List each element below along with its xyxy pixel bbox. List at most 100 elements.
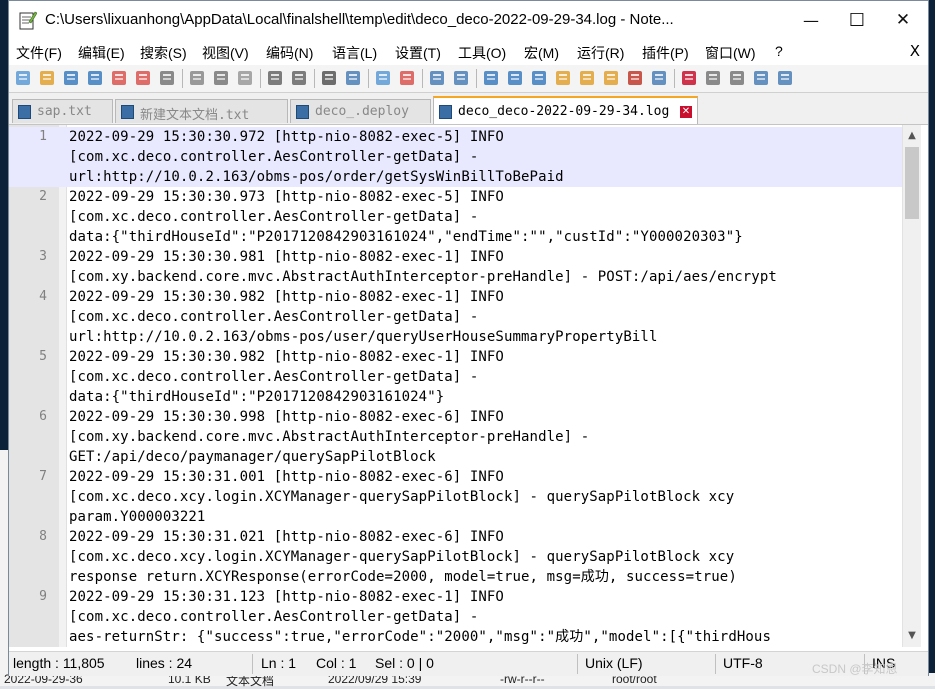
editor-line[interactable]: [com.xc.deco.xcy.login.XCYManager-queryS… — [9, 547, 904, 567]
editor-line[interactable]: [com.xc.deco.controller.AesController-ge… — [9, 307, 904, 327]
editor-line[interactable]: 8 2022-09-29 15:30:31.021 [http-nio-8082-… — [9, 527, 904, 547]
line-text: aes-returnStr: {"success":true,"errorCod… — [69, 629, 771, 645]
zoom-out-icon[interactable] — [397, 68, 417, 88]
menu-help[interactable]: ? — [775, 43, 783, 59]
line-text: [com.xy.backend.core.mvc.AbstractAuthInt… — [69, 269, 777, 285]
status-encoding: UTF-8 — [723, 655, 763, 671]
menu-tools[interactable]: 工具(O) — [458, 43, 506, 63]
word-wrap-icon[interactable] — [481, 68, 501, 88]
editor-line[interactable]: GET:/api/deco/paymanager/querySapPilotBl… — [9, 447, 904, 467]
tab-sap-txt[interactable]: sap.txt — [12, 99, 113, 123]
line-number: 1 — [39, 129, 47, 144]
menu-edit[interactable]: 编辑(E) — [78, 43, 125, 63]
status-col: Col : 1 — [316, 655, 357, 671]
new-file-icon[interactable] — [13, 68, 33, 88]
close-document-icon[interactable]: X — [910, 42, 920, 60]
doc-list-icon[interactable] — [625, 68, 645, 88]
toolbar-separator — [368, 69, 369, 88]
editor-line[interactable]: 6 2022-09-29 15:30:30.998 [http-nio-8082-… — [9, 407, 904, 427]
menu-plugins[interactable]: 插件(P) — [642, 43, 689, 63]
toolbar-separator — [422, 69, 423, 88]
editor-line[interactable]: response return.XCYResponse(errorCode=20… — [9, 567, 904, 587]
line-text: 2022-09-29 15:30:31.001 [http-nio-8082-e… — [69, 469, 504, 485]
sync-horizontal-icon[interactable] — [451, 68, 471, 88]
tab-deco-deploy[interactable]: deco_.deploy — [290, 99, 431, 123]
tab-deco-log[interactable]: deco_deco-2022-09-29-34.log ✕ — [433, 96, 698, 124]
menu-window[interactable]: 窗口(W) — [705, 43, 756, 63]
zoom-in-icon[interactable] — [373, 68, 393, 88]
editor-line[interactable]: 2 2022-09-29 15:30:30.973 [http-nio-8082-… — [9, 187, 904, 207]
editor-line[interactable]: 1 2022-09-29 15:30:30.972 [http-nio-8082-… — [9, 127, 904, 147]
menu-settings[interactable]: 设置(T) — [395, 43, 441, 63]
editor-line[interactable]: url:http://10.0.2.163/obms-pos/order/get… — [9, 167, 904, 187]
editor-line[interactable]: [com.xy.backend.core.mvc.AbstractAuthInt… — [9, 267, 904, 287]
doc-map-icon[interactable] — [553, 68, 573, 88]
scroll-down-icon[interactable]: ▼ — [903, 627, 921, 645]
find-icon[interactable] — [319, 68, 339, 88]
editor-area[interactable]: 1 2022-09-29 15:30:30.972 [http-nio-8082-… — [9, 125, 928, 647]
run-macro-multiple-icon[interactable] — [751, 68, 771, 88]
scrollbar-thumb[interactable] — [905, 147, 919, 219]
undo-icon[interactable] — [265, 68, 285, 88]
save-macro-icon[interactable] — [775, 68, 795, 88]
save-state-icon — [18, 105, 31, 119]
editor-line[interactable]: data:{"thirdHouseId":"P20171208429031610… — [9, 227, 904, 247]
record-macro-icon[interactable] — [679, 68, 699, 88]
copy-icon[interactable] — [211, 68, 231, 88]
close-button[interactable]: ✕ — [880, 1, 926, 39]
replace-icon[interactable] — [343, 68, 363, 88]
editor-line[interactable]: data:{"thirdHouseId":"P20171208429031610… — [9, 387, 904, 407]
close-all-icon[interactable] — [133, 68, 153, 88]
save-all-icon[interactable] — [85, 68, 105, 88]
editor-line[interactable]: 5 2022-09-29 15:30:30.982 [http-nio-8082-… — [9, 347, 904, 367]
editor-line[interactable]: 9 2022-09-29 15:30:31.123 [http-nio-8082-… — [9, 587, 904, 607]
save-icon[interactable] — [61, 68, 81, 88]
cut-icon[interactable] — [187, 68, 207, 88]
status-sel: Sel : 0 | 0 — [375, 655, 434, 671]
stop-record-icon[interactable] — [703, 68, 723, 88]
tab-new-text-doc[interactable]: 新建文本文档.txt — [115, 99, 288, 123]
close-file-icon[interactable] — [109, 68, 129, 88]
open-file-icon[interactable] — [37, 68, 57, 88]
status-length: length : 11,805 — [13, 655, 105, 671]
menu-language[interactable]: 语言(L) — [332, 43, 377, 63]
menu-run[interactable]: 运行(R) — [577, 43, 624, 63]
editor-line[interactable]: [com.xc.deco.controller.AesController-ge… — [9, 207, 904, 227]
editor-line[interactable]: [com.xy.backend.core.mvc.AbstractAuthInt… — [9, 427, 904, 447]
play-macro-icon[interactable] — [727, 68, 747, 88]
paste-icon[interactable] — [235, 68, 255, 88]
editor-line[interactable]: [com.xc.deco.controller.AesController-ge… — [9, 147, 904, 167]
print-icon[interactable] — [157, 68, 177, 88]
editor-line[interactable]: [com.xc.deco.xcy.login.XCYManager-queryS… — [9, 487, 904, 507]
indent-guide-icon[interactable] — [529, 68, 549, 88]
monitoring-icon[interactable] — [649, 68, 669, 88]
minimize-icon: — — [803, 10, 819, 30]
maximize-button[interactable]: ☐ — [834, 1, 880, 39]
menu-view[interactable]: 视图(V) — [202, 43, 249, 63]
toolbar — [9, 65, 928, 93]
tab-close-icon[interactable]: ✕ — [680, 106, 692, 118]
editor-line[interactable]: 4 2022-09-29 15:30:30.982 [http-nio-8082-… — [9, 287, 904, 307]
line-text: 2022-09-29 15:30:30.982 [http-nio-8082-e… — [69, 349, 504, 365]
minimize-button[interactable]: — — [788, 1, 834, 39]
function-list-icon[interactable] — [577, 68, 597, 88]
editor-line[interactable]: [com.xc.deco.controller.AesController-ge… — [9, 607, 904, 627]
scroll-up-icon[interactable]: ▲ — [903, 127, 921, 145]
title-bar[interactable]: C:\Users\lixuanhong\AppData\Local\finals… — [9, 1, 928, 39]
editor-line[interactable]: [com.xc.deco.controller.AesController-ge… — [9, 367, 904, 387]
sync-vertical-icon[interactable] — [427, 68, 447, 88]
menu-file[interactable]: 文件(F) — [16, 43, 62, 63]
show-all-chars-icon[interactable] — [505, 68, 525, 88]
editor-line[interactable]: url:http://10.0.2.163/obms-pos/user/quer… — [9, 327, 904, 347]
editor-line[interactable]: param.Y000003221 — [9, 507, 904, 527]
folder-workspace-icon[interactable] — [601, 68, 621, 88]
menu-search[interactable]: 搜索(S) — [140, 43, 187, 63]
redo-icon[interactable] — [289, 68, 309, 88]
editor-line[interactable]: aes-returnStr: {"success":true,"errorCod… — [9, 627, 904, 647]
menu-encoding[interactable]: 编码(N) — [266, 43, 313, 63]
editor-line[interactable]: 7 2022-09-29 15:30:31.001 [http-nio-8082-… — [9, 467, 904, 487]
vertical-scrollbar[interactable]: ▲ ▼ — [902, 125, 921, 647]
tab-label: deco_.deploy — [315, 104, 409, 119]
editor-line[interactable]: 3 2022-09-29 15:30:30.981 [http-nio-8082-… — [9, 247, 904, 267]
menu-macro[interactable]: 宏(M) — [524, 43, 559, 63]
